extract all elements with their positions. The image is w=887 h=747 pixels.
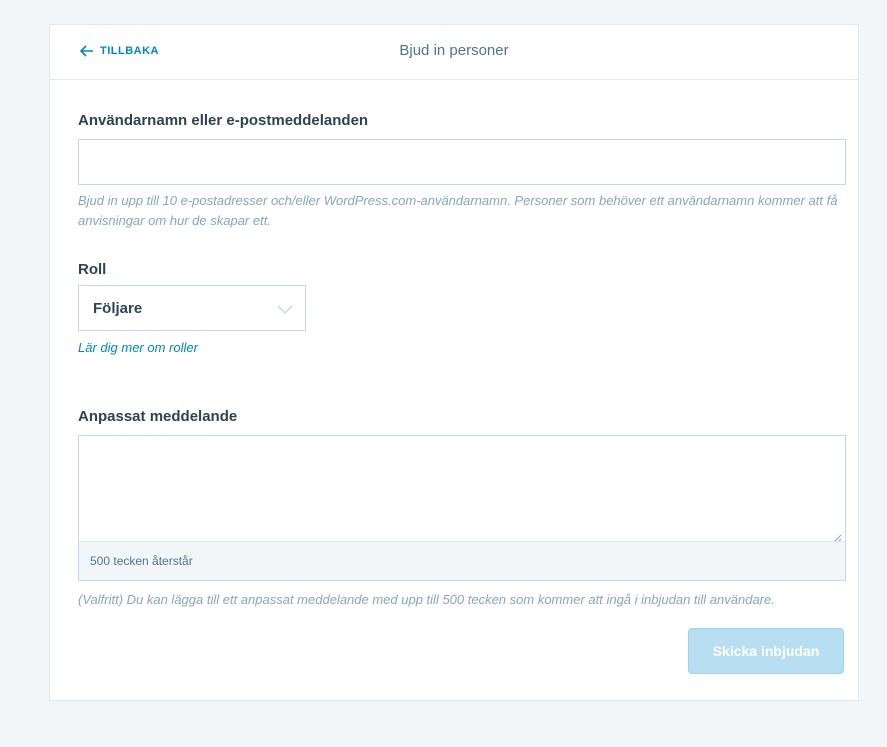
card-header: TILLBAKA Bjud in personer (50, 25, 858, 80)
role-selected-value: Följare (93, 299, 143, 317)
learn-roles-link[interactable]: Lär dig mer om roller (78, 340, 198, 355)
message-field: 500 tecken återstår (78, 435, 846, 581)
character-counter: 500 tecken återstår (79, 541, 845, 580)
message-help-text: (Valfritt) Du kan lägga till ett anpassa… (78, 592, 775, 607)
send-invite-button[interactable]: Skicka inbjudan (688, 628, 844, 674)
chevron-down-icon (277, 302, 293, 320)
message-textarea[interactable] (79, 436, 845, 542)
message-label: Anpassat meddelande (78, 408, 238, 425)
page-title: Bjud in personer (399, 42, 509, 59)
users-label: Användarnamn eller e-postmeddelanden (78, 112, 369, 129)
users-help-text: Bjud in upp till 10 e-postadresser och/e… (78, 193, 838, 228)
users-input[interactable] (78, 139, 846, 185)
role-select[interactable]: Följare (78, 285, 306, 331)
role-label: Roll (78, 261, 107, 278)
invite-card: TILLBAKA Bjud in personer Användarnamn e… (49, 24, 859, 701)
